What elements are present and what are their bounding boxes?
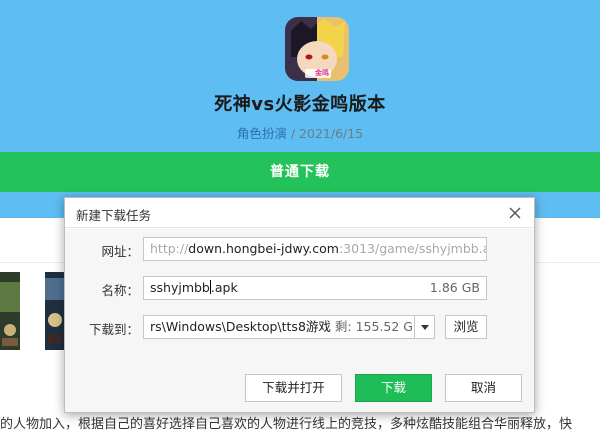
normal-download-button[interactable]: 普通下载	[0, 152, 600, 192]
url-path: :3013/game/sshyjmbb.apk	[338, 241, 486, 256]
save-path-dropdown-chevron-icon[interactable]	[414, 315, 435, 339]
game-description: 的人物加入，根据自己的喜好选择自己喜欢的人物进行线上的竞技，多种炫酷技能组合华丽…	[0, 417, 573, 432]
app-icon: 金鸣	[285, 17, 349, 81]
url-prefix: http://	[150, 241, 189, 256]
file-size: 1.86 GB	[429, 280, 480, 295]
cancel-button[interactable]: 取消	[445, 374, 522, 402]
free-space: 剩: 155.52 GB	[334, 319, 415, 334]
filename-input[interactable]: sshyjmbb.apk 1.86 GB	[143, 276, 487, 300]
new-download-dialog: 新建下载任务 网址： http://down.hongbei-jdwy.com:…	[64, 197, 535, 413]
save-path-input[interactable]: rs\Windows\Desktop\tts8游戏 剩: 155.52 GB	[143, 315, 415, 339]
save-path-value: rs\Windows\Desktop\tts8游戏	[150, 319, 331, 334]
screenshot-thumbnail[interactable]	[0, 272, 20, 350]
filename-text-end: .apk	[210, 280, 238, 295]
app-icon-badge: 金鸣	[315, 69, 329, 77]
url-host: down.hongbei-jdwy.com	[188, 241, 339, 256]
save-path-label: 下载到：	[88, 322, 139, 337]
download-button[interactable]: 下载	[355, 374, 432, 402]
app-meta: 角色扮演 / 2021/6/15	[0, 123, 600, 142]
dialog-body: 网址： http://down.hongbei-jdwy.com:3013/ga…	[65, 229, 534, 412]
screenshot-thumbnail[interactable]	[45, 272, 65, 350]
url-input[interactable]: http://down.hongbei-jdwy.com:3013/game/s…	[143, 237, 487, 261]
app-category-link[interactable]: 角色扮演	[237, 126, 287, 141]
download-and-open-button[interactable]: 下载并打开	[245, 374, 342, 402]
dialog-titlebar[interactable]: 新建下载任务	[65, 198, 534, 228]
url-label: 网址：	[101, 244, 139, 259]
name-label: 名称：	[101, 283, 139, 298]
app-date: 2021/6/15	[299, 126, 364, 141]
close-icon[interactable]	[506, 204, 524, 222]
close-icon-glyph	[509, 207, 521, 219]
app-title: 死神vs火影金鸣版本	[214, 94, 386, 115]
dialog-title: 新建下载任务	[76, 208, 152, 223]
meta-separator: /	[286, 126, 300, 141]
screenshot-image	[45, 272, 65, 350]
screenshot-image	[0, 272, 20, 350]
filename-text-start: sshyjmbb	[150, 280, 210, 295]
browse-button[interactable]: 浏览	[445, 315, 487, 339]
